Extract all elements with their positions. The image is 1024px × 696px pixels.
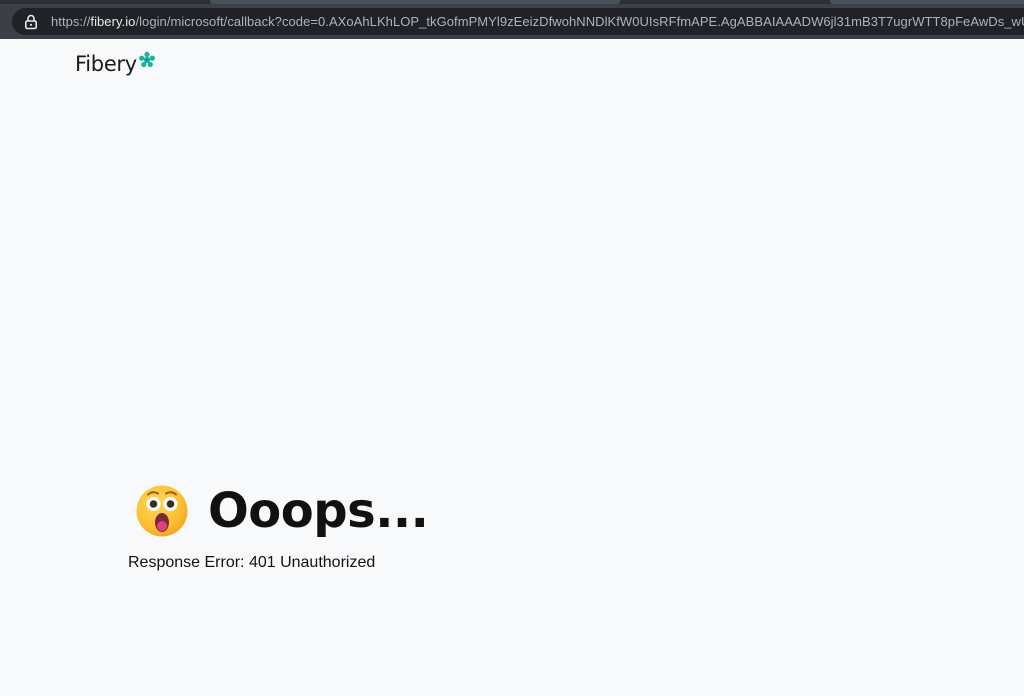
logo-text: Fibery xyxy=(75,52,137,76)
error-title: Ooops... xyxy=(208,483,429,539)
url-text[interactable]: https://fibery.io/login/microsoft/callba… xyxy=(51,14,1024,29)
astonished-face-icon xyxy=(136,485,188,537)
fibery-logo[interactable]: Fibery xyxy=(75,51,156,76)
url-protocol: https:// xyxy=(51,14,91,29)
error-panel: Ooops... Response Error: 401 Unauthorize… xyxy=(128,480,429,572)
browser-toolbar: https://fibery.io/login/microsoft/callba… xyxy=(0,4,1024,39)
error-message: Response Error: 401 Unauthorized xyxy=(128,554,376,571)
fibery-logo-icon xyxy=(138,51,155,68)
url-host: fibery.io xyxy=(90,14,136,29)
lock-icon[interactable] xyxy=(24,14,38,30)
address-bar[interactable]: https://fibery.io/login/microsoft/callba… xyxy=(12,8,1024,35)
url-path: /login/microsoft/callback?code=0.AXoAhLK… xyxy=(135,14,1024,29)
error-heading: Ooops... xyxy=(128,480,429,542)
